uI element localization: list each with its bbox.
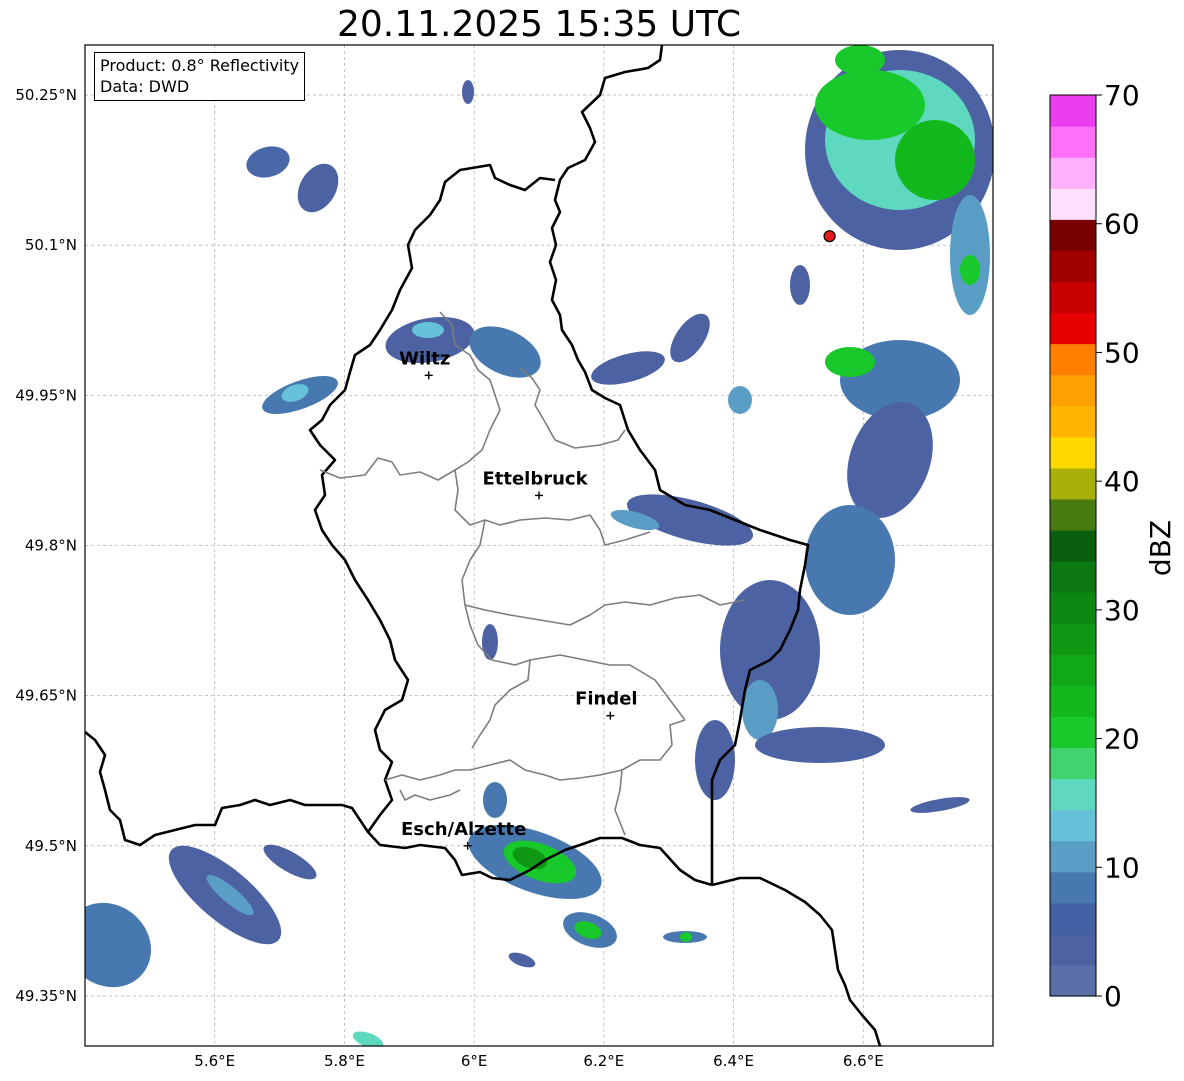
colorbar-segment bbox=[1050, 592, 1096, 624]
echo-cell bbox=[728, 386, 752, 414]
echo-cell bbox=[742, 680, 778, 740]
colorbar-segment bbox=[1050, 809, 1096, 842]
canton-border bbox=[384, 719, 686, 781]
colorbar-tick-label: 30 bbox=[1104, 594, 1140, 627]
colorbar-segment bbox=[1050, 529, 1096, 562]
echo-cell bbox=[508, 952, 536, 968]
lon-tick-label: 6°E bbox=[461, 1052, 488, 1070]
colorbar: 0 10 20 30 40 50 60 70 dBZ bbox=[1049, 79, 1177, 1013]
product-info-box: Product: 0.8° Reflectivity Data: DWD bbox=[94, 52, 306, 101]
country-border bbox=[711, 876, 882, 1046]
colorbar-segment bbox=[1050, 405, 1096, 438]
canton-border bbox=[461, 519, 686, 721]
axis-ticks: 50.25°N 50.1°N 49.95°N 49.8°N 49.65°N 49.5°N 4… bbox=[15, 86, 883, 1070]
colorbar-label: dBZ bbox=[1144, 520, 1177, 576]
echo-cell bbox=[482, 624, 498, 660]
echo-cell bbox=[755, 727, 885, 763]
echo-cell bbox=[790, 265, 810, 305]
colorbar-segment bbox=[1050, 778, 1096, 811]
echo-cell bbox=[483, 782, 507, 818]
colorbar-segment bbox=[1050, 498, 1096, 531]
radar-echoes bbox=[85, 45, 993, 1046]
radar-site-marker bbox=[823, 230, 836, 243]
data-source-label: Data: DWD bbox=[100, 77, 190, 96]
lat-tick-label: 50.1°N bbox=[25, 236, 77, 254]
colorbar-segment bbox=[1050, 281, 1096, 314]
product-label: Product: 0.8° Reflectivity bbox=[100, 56, 300, 75]
colorbar-segment bbox=[1050, 467, 1096, 500]
colorbar-segment bbox=[1050, 933, 1096, 966]
echo-cell bbox=[670, 313, 710, 363]
colorbar-segment bbox=[1050, 902, 1096, 935]
echo-cell bbox=[895, 120, 975, 200]
echo-cell bbox=[352, 1031, 384, 1046]
lat-tick-label: 49.8°N bbox=[25, 537, 77, 555]
colorbar-segment bbox=[1050, 157, 1096, 189]
lat-tick-label: 49.65°N bbox=[15, 687, 77, 705]
lon-tick-label: 5.6°E bbox=[194, 1052, 235, 1070]
colorbar-segment bbox=[1050, 343, 1096, 376]
lon-tick-label: 6.6°E bbox=[843, 1052, 884, 1070]
luxembourg-border bbox=[308, 163, 556, 833]
colorbar-segment bbox=[1050, 871, 1096, 904]
echo-cell bbox=[910, 797, 970, 813]
lon-tick-label: 6.4°E bbox=[713, 1052, 754, 1070]
echo-cell bbox=[462, 80, 474, 104]
colorbar-segment bbox=[1050, 312, 1096, 345]
colorbar-segment bbox=[1050, 716, 1096, 749]
country-border bbox=[548, 45, 810, 885]
colorbar-tick-label: 10 bbox=[1104, 851, 1140, 884]
colorbar-tick-label: 50 bbox=[1104, 336, 1140, 369]
colorbar-tick-label: 60 bbox=[1104, 208, 1140, 241]
lat-tick-label: 49.5°N bbox=[25, 837, 77, 855]
echo-cell bbox=[297, 163, 339, 213]
lat-tick-label: 49.95°N bbox=[15, 386, 77, 404]
colorbar-segment bbox=[1050, 126, 1096, 158]
echo-cell bbox=[960, 255, 980, 285]
colorbar-segment bbox=[1050, 561, 1096, 593]
colorbar-tick-label: 40 bbox=[1104, 465, 1140, 498]
city-label: Wiltz bbox=[399, 348, 450, 369]
colorbar-segment bbox=[1050, 374, 1096, 407]
colorbar-segment bbox=[1050, 747, 1096, 780]
echo-cell bbox=[695, 720, 735, 800]
colorbar-segment bbox=[1050, 685, 1096, 717]
echo-cell bbox=[825, 347, 875, 377]
echo-cell bbox=[591, 351, 665, 385]
colorbar-segment bbox=[1050, 654, 1096, 686]
lon-tick-label: 6.2°E bbox=[583, 1052, 624, 1070]
colorbar-segment bbox=[1050, 95, 1096, 127]
echo-cell bbox=[815, 70, 925, 140]
colorbar-segment bbox=[1050, 436, 1096, 469]
canton-border bbox=[399, 789, 461, 801]
echo-cell bbox=[246, 146, 290, 178]
colorbar-tick-label: 20 bbox=[1104, 723, 1140, 756]
colorbar-segment bbox=[1050, 840, 1096, 873]
colorbar-segment bbox=[1050, 964, 1096, 997]
colorbar-segment bbox=[1050, 219, 1096, 251]
lat-tick-label: 50.25°N bbox=[15, 86, 77, 104]
radar-map-figure: 50.25°N 50.1°N 49.95°N 49.8°N 49.65°N 49.5°N 4… bbox=[15, 44, 1177, 1070]
echo-cell bbox=[835, 45, 885, 75]
echo-cell bbox=[680, 932, 692, 942]
echo-cell bbox=[412, 322, 444, 338]
canton-border bbox=[464, 594, 746, 626]
lon-tick-label: 5.8°E bbox=[324, 1052, 365, 1070]
echo-cell bbox=[805, 505, 895, 615]
city-label: Esch/Alzette bbox=[401, 819, 526, 840]
colorbar-segment bbox=[1050, 188, 1096, 220]
city-label: Findel bbox=[575, 689, 638, 710]
lat-tick-label: 49.35°N bbox=[15, 987, 77, 1005]
canton-border bbox=[471, 659, 531, 749]
colorbar-segment bbox=[1050, 623, 1096, 655]
colorbar-tick-label: 70 bbox=[1104, 79, 1140, 112]
colorbar-segment bbox=[1050, 250, 1096, 283]
colorbar-tick-label: 0 bbox=[1104, 980, 1122, 1013]
city-label: Ettelbruck bbox=[482, 468, 588, 489]
canton-border bbox=[614, 769, 626, 836]
